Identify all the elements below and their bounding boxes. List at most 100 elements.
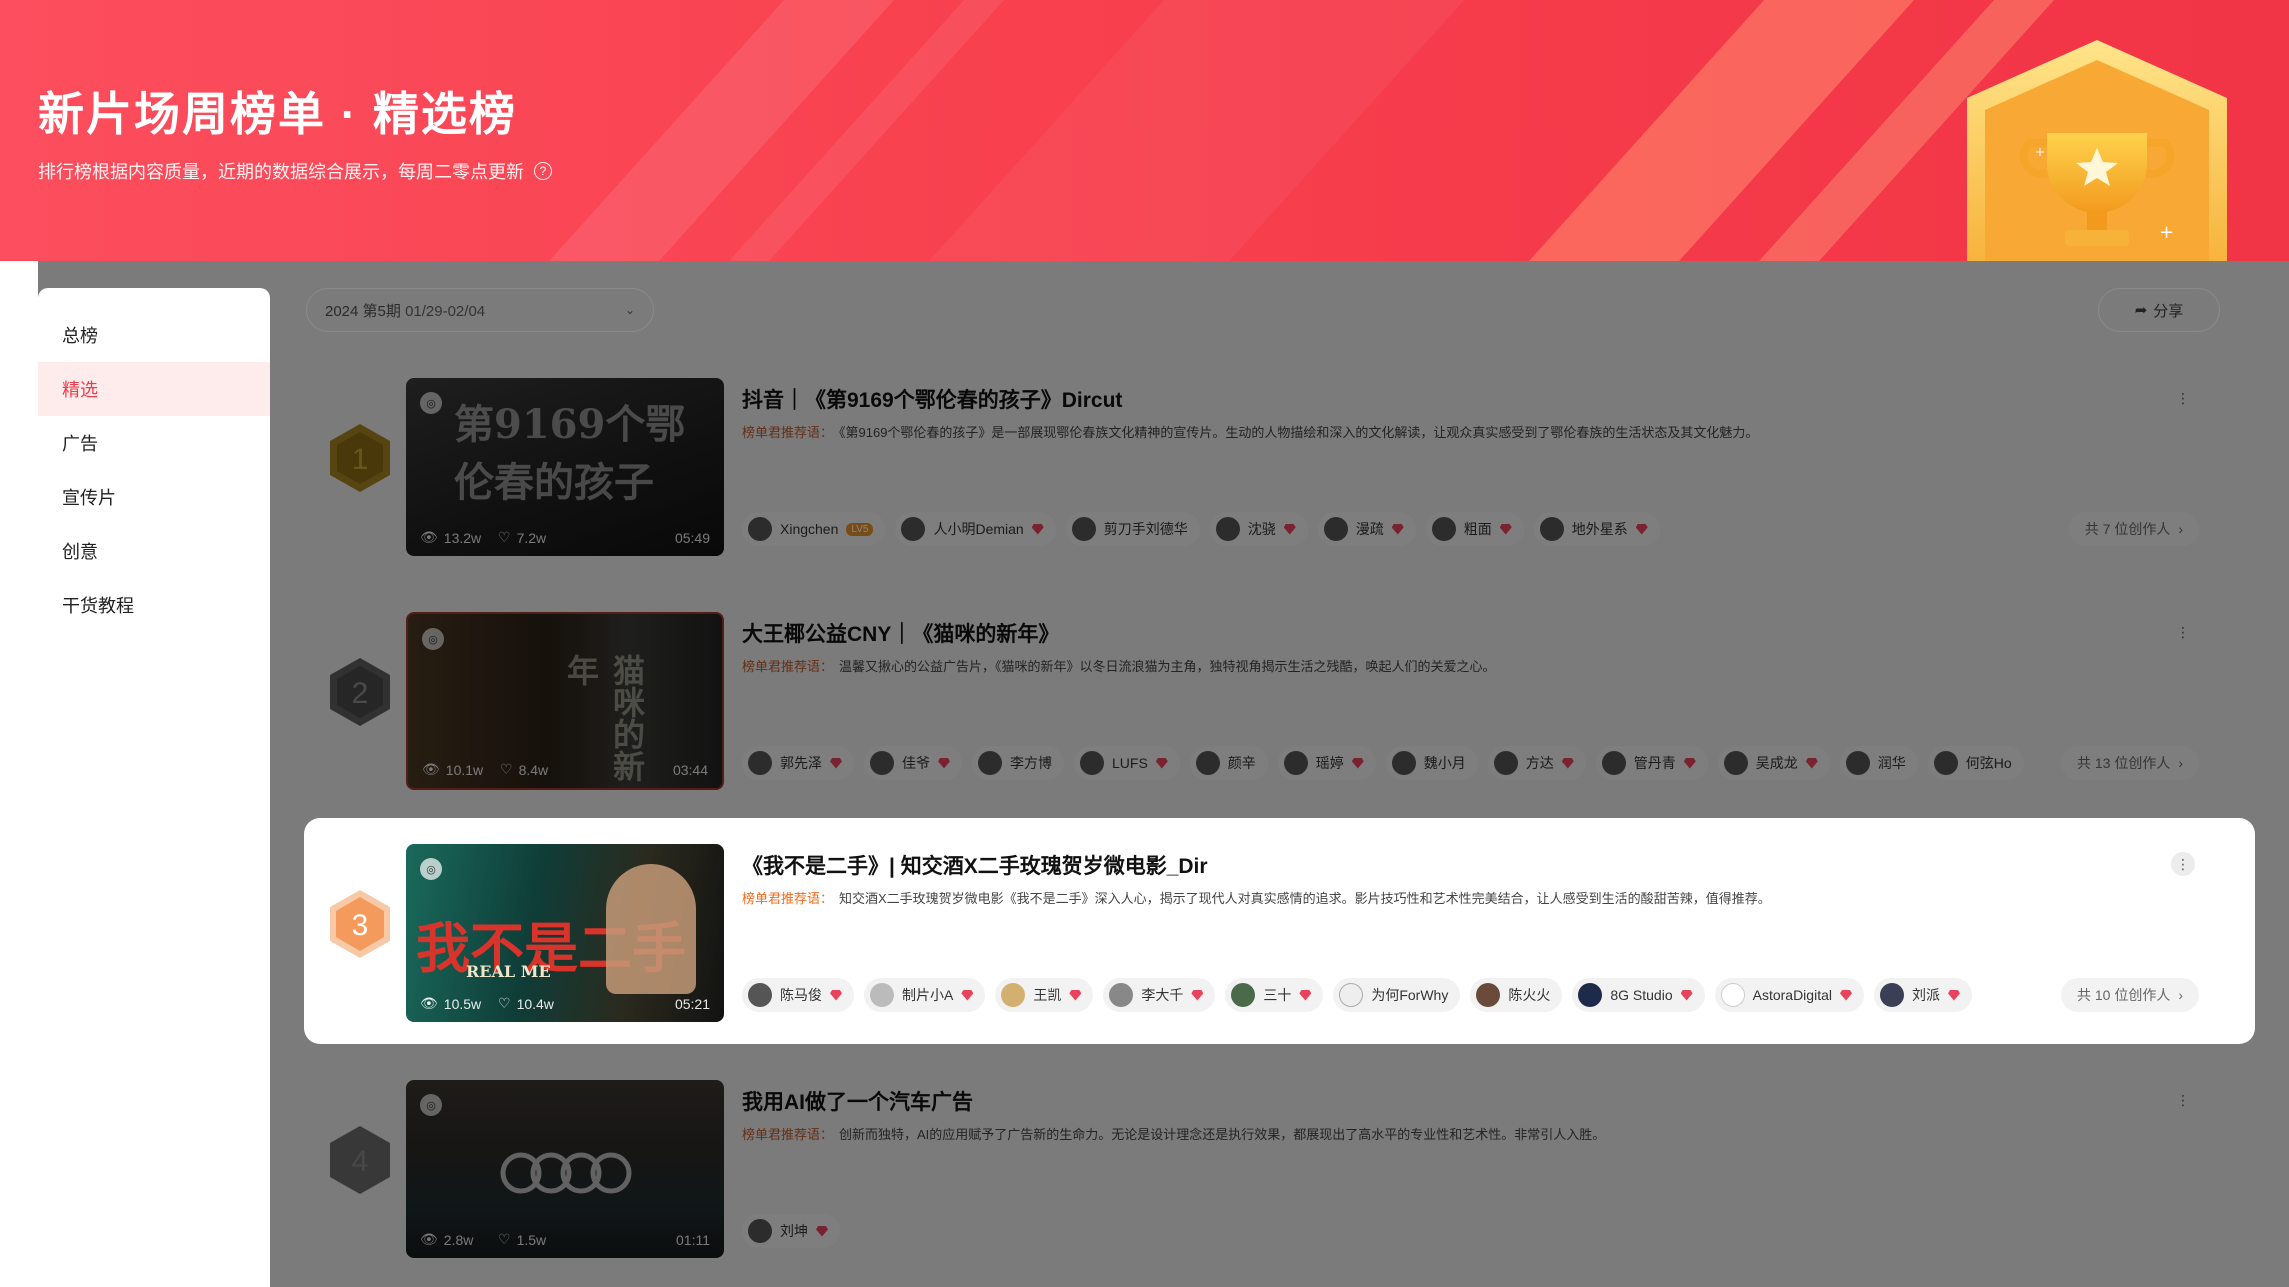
sidebar-item-promo[interactable]: 宣传片 bbox=[38, 470, 270, 524]
avatar bbox=[1323, 517, 1348, 541]
video-duration: 05:21 bbox=[674, 996, 710, 1012]
video-thumbnail[interactable]: ◎ 我不是二手 REAL ME 👁 10.5w ♡ 10.4w 05:21 bbox=[406, 844, 724, 1022]
more-options-icon[interactable]: ⋮ bbox=[2171, 852, 2195, 876]
period-value: 2024 第5期 01/29-02/04 bbox=[325, 302, 486, 320]
avatar bbox=[1231, 983, 1256, 1007]
avatar bbox=[870, 751, 894, 775]
creator-chip[interactable]: 润华 bbox=[1839, 746, 1918, 780]
share-button[interactable]: ➦ 分享 bbox=[2098, 288, 2220, 332]
gem-icon bbox=[1283, 523, 1296, 535]
creator-chip[interactable]: 人小明Demian bbox=[895, 512, 1056, 546]
creator-chip[interactable]: 陈马俊 bbox=[742, 978, 854, 1012]
ranking-row[interactable]: 4 ◎ 👁 2.8w ♡ 1.5w 01:11 我用AI做了一个汽车广告 榜单君推荐… bbox=[304, 1054, 2255, 1280]
like-icon: ♡ bbox=[498, 995, 511, 1011]
creator-chip[interactable]: 魏小月 bbox=[1385, 746, 1478, 780]
channel-logo-icon: ◎ bbox=[420, 858, 442, 880]
rank-badge-silver: 2 bbox=[330, 658, 390, 726]
creator-chip[interactable]: 粗面 bbox=[1425, 512, 1524, 546]
banner-stripe bbox=[767, 0, 1573, 261]
svg-text:2: 2 bbox=[352, 677, 369, 710]
video-title[interactable]: 我用AI做了一个汽车广告 bbox=[742, 1086, 973, 1116]
rank-badge: 4 bbox=[330, 1126, 390, 1194]
creator-chip[interactable]: LUFS bbox=[1074, 746, 1180, 780]
creator-chip[interactable]: 颜辛 bbox=[1189, 746, 1268, 780]
sidebar-item-selected[interactable]: 精选 bbox=[38, 362, 270, 416]
ranking-row[interactable]: 2 ◎ 猫咪的新年 👁 10.1w ♡ 8.4w 03:44 大王椰公益CNY｜《猫… bbox=[304, 586, 2255, 812]
sidebar-item-label: 广告 bbox=[62, 434, 98, 454]
creator-chip[interactable]: 刘坤 bbox=[742, 1214, 840, 1248]
creator-chip[interactable]: 刘派 bbox=[1873, 978, 1972, 1012]
creator-chip[interactable]: 三十 bbox=[1225, 978, 1324, 1012]
creator-chip[interactable]: 漫疏 bbox=[1317, 512, 1416, 546]
avatar bbox=[1601, 751, 1626, 775]
video-title[interactable]: 《我不是二手》| 知交酒X二手玫瑰贺岁微电影_Dir bbox=[742, 850, 1208, 880]
creator-chip[interactable]: 李大千 bbox=[1103, 978, 1216, 1012]
trophy-icon: + + bbox=[1967, 40, 2227, 261]
video-thumbnail[interactable]: ◎ 第9169个鄂伦春的孩子 👁 13.2w ♡ 7.2w 05:49 bbox=[406, 378, 724, 556]
recommendation: 榜单君推荐语： 知交酒X二手玫瑰贺岁微电影《我不是二手》深入人心，揭示了现代人对真… bbox=[742, 891, 1771, 906]
creator-list: 刘坤 bbox=[742, 1214, 840, 1248]
avatar bbox=[748, 1219, 772, 1243]
video-duration: 01:11 bbox=[676, 1232, 710, 1248]
ranking-row[interactable]: 1 ◎ 第9169个鄂伦春的孩子 👁 13.2w ♡ 7.2w 05:49 抖音｜《… bbox=[304, 352, 2255, 578]
view-count: 👁 10.5w bbox=[420, 995, 482, 1012]
creator-chip[interactable]: 制片小A bbox=[864, 978, 986, 1012]
creator-chip[interactable]: 吴成龙 bbox=[1717, 746, 1830, 780]
gem-icon bbox=[961, 989, 974, 1001]
gem-icon bbox=[1031, 523, 1044, 535]
page-title: 新片场周榜单 · 精选榜 bbox=[38, 88, 517, 140]
period-select[interactable]: 2024 第5期 01/29-02/04 ⌄ bbox=[306, 288, 654, 332]
creator-chip[interactable]: 郭先泽 bbox=[742, 746, 854, 780]
eye-icon: 👁 bbox=[420, 995, 438, 1011]
chevron-down-icon: ⌄ bbox=[624, 303, 635, 317]
video-thumbnail[interactable]: ◎ 猫咪的新年 👁 10.1w ♡ 8.4w 03:44 bbox=[406, 612, 724, 790]
creator-chip[interactable]: 管丹青 bbox=[1595, 746, 1708, 780]
channel-logo-icon: ◎ bbox=[420, 392, 442, 414]
avatar bbox=[1391, 751, 1416, 775]
view-count: 👁 10.1w bbox=[422, 761, 484, 778]
more-options-icon[interactable]: ⋮ bbox=[2171, 620, 2195, 644]
gem-icon bbox=[1680, 989, 1693, 1001]
creator-chip[interactable]: 为何ForWhy bbox=[1333, 978, 1461, 1012]
creator-chip[interactable]: 瑶婷 bbox=[1277, 746, 1376, 780]
ranking-row-highlighted[interactable]: 3 ◎ 我不是二手 REAL ME 👁 10.5w ♡ 10.4w 05:21 《我… bbox=[304, 818, 2255, 1044]
creator-chip[interactable]: 沈骁 bbox=[1209, 512, 1308, 546]
sidebar-item-overall[interactable]: 总榜 bbox=[38, 308, 270, 362]
sidebar-item-creative[interactable]: 创意 bbox=[38, 524, 270, 578]
sidebar-item-tutorials[interactable]: 干货教程 bbox=[38, 578, 270, 632]
subtitle-text: 排行榜根据内容质量，近期的数据综合展示，每周二零点更新 bbox=[38, 162, 524, 182]
creator-chip[interactable]: 地外星系 bbox=[1533, 512, 1660, 546]
creator-total-link[interactable]: 共 10 位创作人 › bbox=[2060, 978, 2199, 1012]
creator-chip[interactable]: 何弦Ho bbox=[1927, 746, 2024, 780]
sidebar-item-ads[interactable]: 广告 bbox=[38, 416, 270, 470]
gem-icon bbox=[1839, 989, 1852, 1001]
creator-chip[interactable]: 李方博 bbox=[972, 746, 1064, 780]
like-count: ♡ 7.2w bbox=[498, 529, 547, 546]
video-thumbnail[interactable]: ◎ 👁 2.8w ♡ 1.5w 01:11 bbox=[406, 1080, 724, 1258]
creator-chip[interactable]: 陈火火 bbox=[1470, 978, 1563, 1012]
creator-chip[interactable]: 8G Studio bbox=[1572, 978, 1705, 1012]
gem-icon bbox=[1805, 757, 1818, 769]
avatar bbox=[748, 751, 772, 775]
creator-chip[interactable]: 剪刀手刘德华 bbox=[1065, 512, 1200, 546]
creator-chip[interactable]: AstoraDigital bbox=[1714, 978, 1864, 1012]
avatar bbox=[1080, 751, 1104, 775]
creator-chip[interactable]: 佳爷 bbox=[864, 746, 962, 780]
creator-chip[interactable]: 方达 bbox=[1487, 746, 1586, 780]
creator-total-link[interactable]: 共 7 位创作人 › bbox=[2068, 512, 2199, 546]
more-options-icon[interactable]: ⋮ bbox=[2171, 1088, 2195, 1112]
gem-icon bbox=[830, 989, 842, 1001]
video-duration: 03:44 bbox=[672, 762, 708, 778]
chevron-right-icon: › bbox=[2178, 521, 2183, 537]
video-title[interactable]: 抖音｜《第9169个鄂伦春的孩子》Dircut bbox=[742, 384, 1122, 414]
avatar bbox=[1879, 983, 1904, 1007]
creator-total-link[interactable]: 共 13 位创作人 › bbox=[2060, 746, 2199, 780]
avatar bbox=[1539, 517, 1564, 541]
like-icon: ♡ bbox=[500, 761, 513, 777]
video-title[interactable]: 大王椰公益CNY｜《猫咪的新年》 bbox=[742, 618, 1059, 648]
creator-chip[interactable]: 王凯 bbox=[995, 978, 1094, 1012]
creator-chip[interactable]: Xingchen LV5 bbox=[742, 512, 886, 546]
avatar bbox=[1578, 983, 1603, 1007]
question-circle-icon[interactable]: ? bbox=[534, 162, 552, 180]
more-options-icon[interactable]: ⋮ bbox=[2171, 386, 2195, 410]
